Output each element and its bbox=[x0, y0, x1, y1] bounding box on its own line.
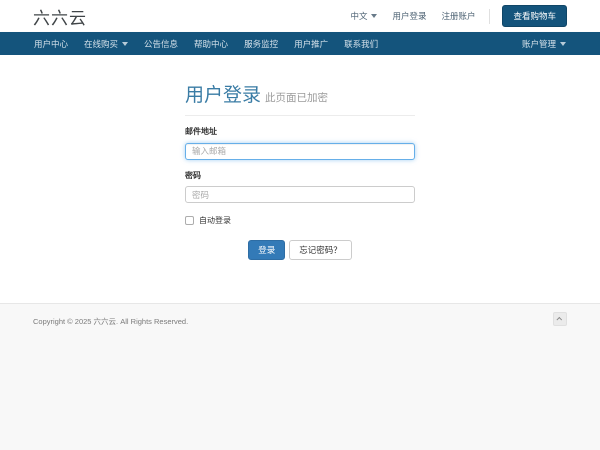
nav-item-referrals[interactable]: 用户推广 bbox=[286, 32, 336, 55]
nav-right: 账户管理 bbox=[514, 32, 574, 55]
nav-item-label: 联系我们 bbox=[344, 38, 379, 49]
email-label: 邮件地址 bbox=[185, 127, 217, 136]
nav-item-contact-us[interactable]: 联系我们 bbox=[336, 32, 386, 55]
caret-down-icon bbox=[122, 41, 129, 46]
forgot-password-button[interactable]: 忘记密码？ bbox=[289, 240, 352, 260]
scroll-top-button[interactable] bbox=[553, 312, 567, 326]
login-button[interactable]: 登录 bbox=[248, 240, 286, 260]
caret-down-icon bbox=[560, 41, 566, 46]
form-actions: 登录 忘记密码？ bbox=[185, 240, 415, 260]
account-menu-label: 账户管理 bbox=[521, 38, 556, 49]
email-field[interactable] bbox=[185, 142, 415, 160]
account-management-menu[interactable]: 账户管理 bbox=[514, 32, 574, 55]
login-link[interactable]: 用户登录 bbox=[392, 10, 426, 22]
site-logo[interactable]: 六六云 bbox=[33, 4, 87, 29]
register-link[interactable]: 注册账户 bbox=[441, 10, 475, 22]
nav-item-label: 公告信息 bbox=[144, 38, 179, 49]
top-bar-links: 中文 用户登录 注册账户 查看购物车 bbox=[335, 5, 567, 27]
language-menu-label: 中文 bbox=[350, 11, 368, 21]
caret-down-icon bbox=[371, 14, 378, 18]
nav-item-buy-online[interactable]: 在线购买 bbox=[76, 32, 136, 55]
password-form-group: 密码 bbox=[185, 170, 415, 203]
nav-item-label: 在线购买 bbox=[84, 38, 119, 49]
nav-item-help-center[interactable]: 帮助中心 bbox=[186, 32, 236, 55]
view-cart-button[interactable]: 查看购物车 bbox=[502, 5, 567, 27]
auto-login-checkbox[interactable] bbox=[185, 216, 194, 225]
login-title-text: 用户登录 bbox=[185, 85, 262, 106]
top-bar: 六六云 中文 用户登录 注册账户 查看购物车 bbox=[0, 0, 600, 32]
email-form-group: 邮件地址 bbox=[185, 126, 415, 160]
page-title: 用户登录 此页面已加密 bbox=[185, 80, 415, 107]
secure-page-note: 此页面已加密 bbox=[265, 92, 329, 104]
nav-item-service-monitor[interactable]: 服务监控 bbox=[236, 32, 286, 55]
nav-item-announcements[interactable]: 公告信息 bbox=[136, 32, 186, 55]
nav-item-label: 用户推广 bbox=[294, 38, 329, 49]
nav-item-label: 帮助中心 bbox=[194, 38, 229, 49]
topbar-divider bbox=[489, 8, 491, 24]
page: 六六云 中文 用户登录 注册账户 查看购物车 用户中心 在线购买 公告信息 帮助… bbox=[0, 0, 600, 450]
login-form: 用户登录此页面已加密 邮件地址 密码 自动登录 登录 忘记密码？ bbox=[185, 55, 415, 260]
language-menu[interactable]: 中文 bbox=[350, 10, 378, 22]
nav-list: 用户中心 在线购买 公告信息 帮助中心 服务监控 用户推广 联系我们 bbox=[26, 32, 386, 55]
password-label: 密码 bbox=[185, 170, 201, 180]
auto-login-label: 自动登录 bbox=[199, 216, 231, 225]
copyright-text: Copyright © 2025 六六云. All Rights Reserve… bbox=[33, 317, 189, 326]
footer-inner: Copyright © 2025 六六云. All Rights Reserve… bbox=[33, 312, 567, 327]
chevron-up-icon bbox=[556, 316, 563, 323]
nav-item-user-center[interactable]: 用户中心 bbox=[26, 32, 76, 55]
title-divider bbox=[185, 115, 415, 116]
main-content: 用户登录此页面已加密 邮件地址 密码 自动登录 登录 忘记密码？ bbox=[0, 55, 600, 303]
nav-item-label: 服务监控 bbox=[244, 38, 279, 49]
password-field[interactable] bbox=[185, 186, 415, 203]
nav-item-label: 用户中心 bbox=[34, 38, 69, 49]
footer: Copyright © 2025 六六云. All Rights Reserve… bbox=[0, 303, 600, 450]
main-navbar: 用户中心 在线购买 公告信息 帮助中心 服务监控 用户推广 联系我们 账户管理 bbox=[0, 32, 600, 55]
remember-me-row: 自动登录 bbox=[185, 215, 415, 226]
